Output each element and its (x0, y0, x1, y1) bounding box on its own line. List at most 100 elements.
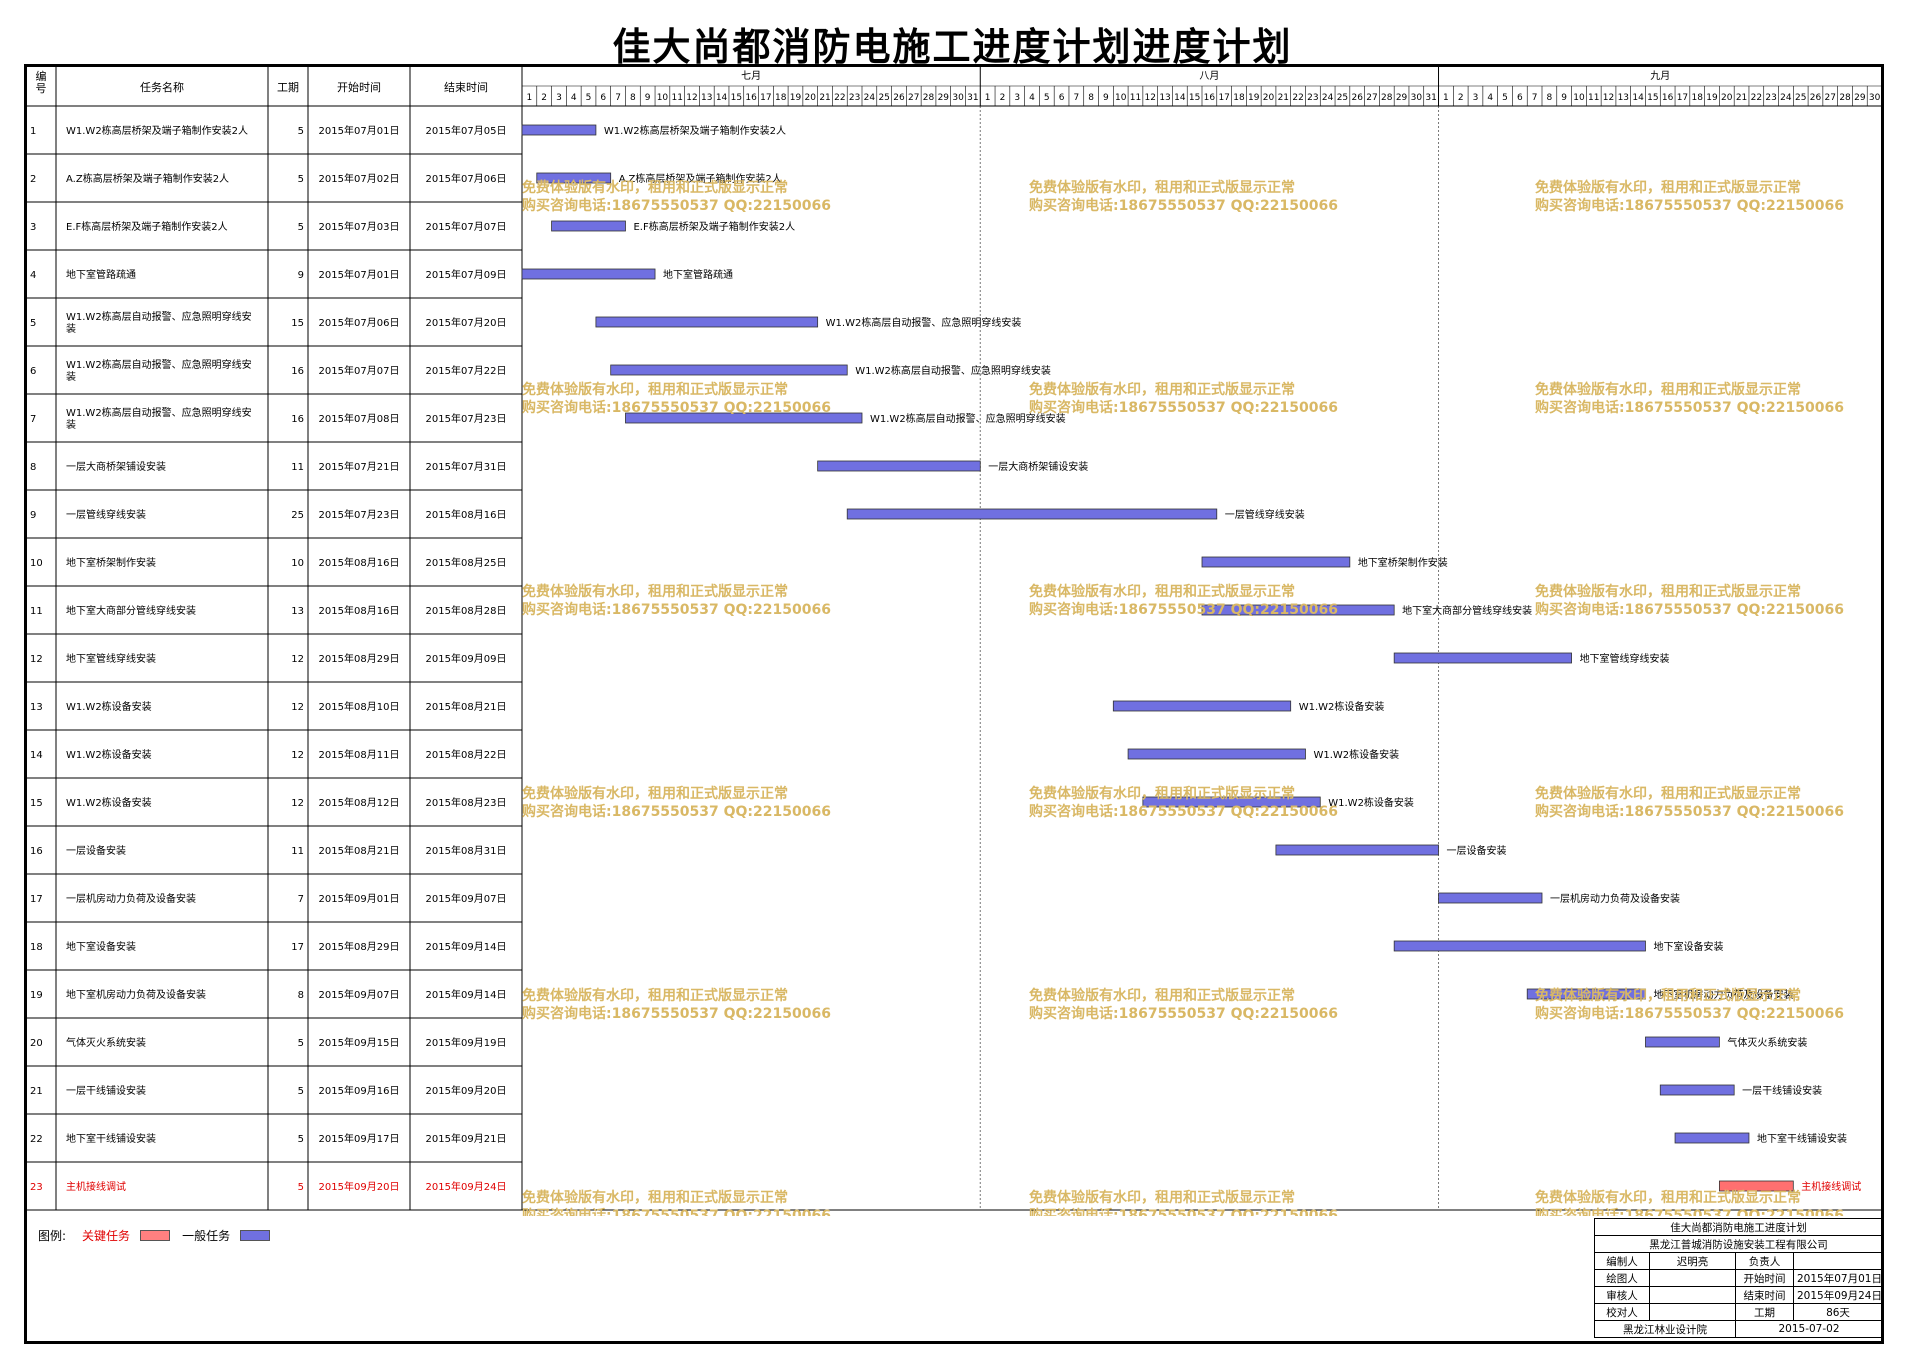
task-end: 2015年09月09日 (426, 652, 507, 665)
task-end: 2015年07月31日 (426, 460, 507, 473)
watermark-line2: 购买咨询电话:18675550537 QQ:22150066 (1535, 197, 1844, 214)
task-bar-label: W1.W2栋设备安装 (1313, 748, 1399, 761)
day-tick-label: 22 (1751, 93, 1762, 103)
task-name: 主机接线调试 (66, 1180, 126, 1193)
day-tick-label: 19 (1706, 93, 1718, 103)
task-id: 4 (30, 270, 36, 281)
task-id: 10 (30, 558, 43, 569)
task-bar-label: 地下室管路疏通 (663, 268, 733, 281)
task-name: 气体灭火系统安装 (66, 1036, 146, 1049)
task-start: 2015年08月11日 (319, 748, 400, 761)
day-tick-label: 6 (1517, 93, 1523, 103)
task-id: 18 (30, 942, 43, 953)
titleblock-leader (1793, 1252, 1883, 1270)
task-start: 2015年07月21日 (319, 460, 400, 473)
watermark-line1: 免费体验版有水印，租用和正式版显示正常 (1029, 1189, 1295, 1206)
task-start: 2015年07月23日 (319, 508, 400, 521)
task-bar-label: 一层大商桥架铺设安装 (988, 460, 1088, 473)
day-tick-label: 23 (1765, 93, 1776, 103)
task-start: 2015年07月07日 (319, 364, 400, 377)
titleblock-end-label: 结束时间 (1735, 1286, 1794, 1304)
task-duration: 12 (291, 702, 304, 713)
task-name: 地下室设备安装 (66, 940, 136, 953)
page-title: 佳大尚都消防电施工进度计划进度计划 (612, 24, 1293, 69)
task-name: 地下室干线铺设安装 (66, 1132, 156, 1145)
day-tick-label: 15 (731, 93, 742, 103)
watermark-line2: 购买咨询电话:18675550537 QQ:22150066 (1535, 399, 1844, 416)
task-end: 2015年09月14日 (426, 988, 507, 1001)
day-tick-label: 2 (541, 93, 547, 103)
day-tick-label: 24 (864, 93, 876, 103)
day-tick-label: 13 (1618, 93, 1629, 103)
task-end: 2015年08月21日 (426, 700, 507, 713)
watermark-line2: 购买咨询电话:18675550537 QQ:22150066 (1535, 1005, 1844, 1022)
task-start: 2015年09月15日 (319, 1036, 400, 1049)
legend-label: 图例: (38, 1229, 67, 1243)
day-tick-label: 4 (1029, 93, 1035, 103)
task-start: 2015年08月29日 (319, 652, 400, 665)
day-tick-label: 12 (1603, 93, 1614, 103)
day-tick-label: 11 (1588, 93, 1599, 103)
day-tick-label: 14 (1632, 93, 1644, 103)
day-tick-label: 15 (1189, 93, 1200, 103)
day-tick-label: 18 (1691, 93, 1703, 103)
task-name: 地下室管路疏通 (66, 268, 136, 281)
task-start: 2015年08月21日 (319, 844, 400, 857)
task-start: 2015年07月01日 (319, 124, 400, 137)
day-tick-label: 1 (527, 93, 533, 103)
task-bar (1127, 748, 1306, 760)
task-duration: 8 (298, 990, 304, 1001)
day-tick-label: 3 (1014, 93, 1020, 103)
day-tick-label: 18 (1233, 93, 1245, 103)
month-label: 八月 (1199, 70, 1219, 82)
task-duration: 7 (298, 894, 304, 905)
task-name: W1.W2栋高层桥架及端子箱制作安装2人 (66, 124, 248, 137)
day-tick-label: 26 (1810, 93, 1822, 103)
day-tick-label: 8 (1547, 93, 1553, 103)
day-tick-label: 9 (1103, 93, 1109, 103)
task-duration: 5 (298, 174, 304, 185)
task-start: 2015年07月06日 (319, 316, 400, 329)
task-end: 2015年07月05日 (426, 124, 507, 137)
watermark-line2: 购买咨询电话:18675550537 QQ:22150066 (522, 803, 831, 820)
task-end: 2015年07月22日 (426, 364, 507, 377)
task-end: 2015年09月20日 (426, 1084, 507, 1097)
task-duration: 12 (291, 750, 304, 761)
header-end: 结束时间 (444, 81, 488, 94)
day-tick-label: 17 (1218, 93, 1229, 103)
watermark-line1: 免费体验版有水印，租用和正式版显示正常 (1535, 381, 1801, 398)
task-name-cont: 装 (66, 418, 76, 431)
day-tick-label: 16 (745, 93, 757, 103)
task-bar-label: W1.W2栋设备安装 (1299, 700, 1385, 713)
titleblock-reviewer-label: 审核人 (1594, 1286, 1650, 1304)
task-start: 2015年09月17日 (319, 1132, 400, 1145)
task-name: W1.W2栋设备安装 (66, 748, 152, 761)
task-end: 2015年08月23日 (426, 796, 507, 809)
task-bar (1275, 844, 1439, 856)
titleblock-duration: 86天 (1793, 1303, 1883, 1321)
task-name: 一层设备安装 (66, 844, 126, 857)
day-tick-label: 27 (908, 93, 919, 103)
titleblock-company: 黑龙江普城消防设施安装工程有限公司 (1594, 1235, 1883, 1253)
day-tick-label: 22 (1292, 93, 1303, 103)
task-name: 地下室管线穿线安装 (66, 652, 156, 665)
watermark-line2: 购买咨询电话:18675550537 QQ:22150066 (1029, 1207, 1338, 1216)
header-start: 开始时间 (337, 80, 381, 94)
day-tick-label: 22 (834, 93, 845, 103)
day-tick-label: 9 (645, 93, 651, 103)
task-id: 5 (30, 318, 36, 329)
day-tick-label: 10 (1573, 93, 1585, 103)
watermark-line1: 免费体验版有水印，租用和正式版显示正常 (1029, 381, 1295, 398)
task-duration: 12 (291, 654, 304, 665)
task-duration: 16 (291, 414, 304, 425)
day-tick-label: 26 (1351, 93, 1363, 103)
task-name-cont: 装 (66, 370, 76, 383)
task-start: 2015年09月16日 (319, 1084, 400, 1097)
task-end: 2015年09月07日 (426, 892, 507, 905)
day-tick-label: 16 (1204, 93, 1216, 103)
task-bar-label: W1.W2栋高层自动报警、应急照明穿线安装 (855, 364, 1051, 377)
day-tick-label: 30 (952, 93, 964, 103)
task-duration: 12 (291, 798, 304, 809)
task-end: 2015年09月24日 (426, 1180, 507, 1193)
day-tick-label: 7 (615, 93, 621, 103)
